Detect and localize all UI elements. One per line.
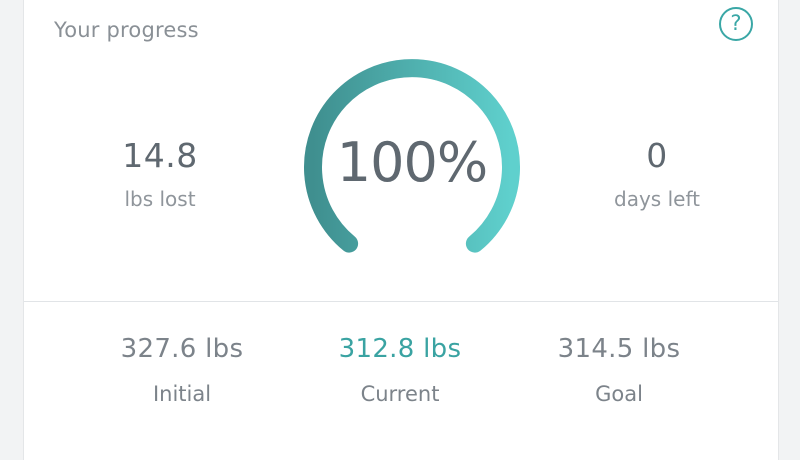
initial-weight-value: 327.6 lbs [120, 334, 244, 364]
initial-weight: 327.6 lbs Initial [72, 334, 292, 406]
current-weight-value: 312.8 lbs [338, 334, 462, 364]
days-left-label: days left [614, 187, 700, 211]
initial-weight-label: Initial [152, 382, 212, 406]
days-left-stat: 0 days left [557, 136, 757, 211]
lbs-lost-label: lbs lost [124, 187, 196, 211]
help-icon[interactable]: ? [719, 7, 753, 41]
divider [24, 301, 778, 302]
gauge-percent: 100% [336, 131, 488, 194]
current-weight: 312.8 lbs Current [290, 334, 510, 406]
goal-weight-value: 314.5 lbs [557, 334, 681, 364]
days-left-value: 0 [646, 136, 668, 175]
goal-weight-label: Goal [595, 382, 643, 406]
card-title: Your progress [54, 18, 199, 42]
lbs-lost-value: 14.8 [122, 136, 198, 175]
lbs-lost-stat: 14.8 lbs lost [60, 136, 260, 211]
progress-card: Your progress ? 14.8 lbs lost 100% 0 day… [23, 0, 779, 460]
goal-weight: 314.5 lbs Goal [509, 334, 729, 406]
current-weight-label: Current [360, 382, 440, 406]
